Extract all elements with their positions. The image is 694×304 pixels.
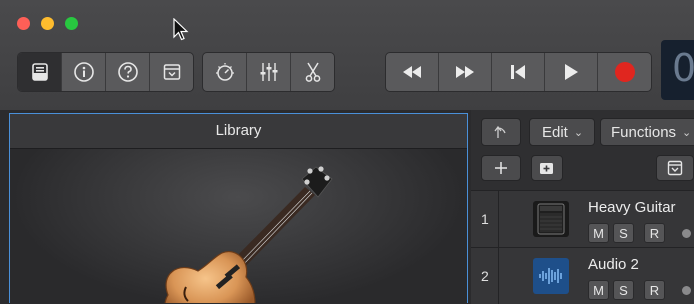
input-monitor-dot[interactable]	[682, 229, 691, 238]
fast-forward-button[interactable]	[439, 53, 492, 91]
quick-help-button[interactable]	[106, 53, 150, 91]
play-icon	[565, 64, 578, 80]
rewind-icon	[403, 66, 421, 78]
transport-controls	[385, 52, 652, 92]
show-hide-button[interactable]	[656, 155, 694, 181]
chevron-down-icon: ⌄	[573, 126, 584, 139]
back-arrow-icon	[494, 125, 506, 138]
waveform-icon	[533, 258, 569, 294]
edit-menu[interactable]: Edit ⌄	[529, 118, 595, 146]
toolbar-toggle-button[interactable]	[150, 53, 193, 91]
lcd-readout: 00	[672, 46, 694, 90]
mixer-button[interactable]	[247, 53, 291, 91]
plus-icon	[495, 162, 507, 174]
library-preview	[10, 149, 467, 303]
go-to-beginning-icon	[511, 65, 525, 79]
duplicate-track-button[interactable]	[531, 155, 563, 181]
track-name: Audio 2	[588, 256, 639, 273]
fast-forward-icon	[456, 66, 474, 78]
add-track-button[interactable]	[481, 155, 521, 181]
track-divider	[498, 248, 499, 304]
toolbar-toggle-icon	[667, 160, 683, 176]
library-icon	[31, 63, 48, 81]
inspector-button[interactable]	[62, 53, 106, 91]
track-divider	[498, 191, 499, 247]
guitar-icon	[164, 166, 333, 303]
functions-menu-label: Functions	[611, 123, 677, 141]
toolbar-toggle-icon	[163, 64, 180, 80]
info-icon	[73, 62, 94, 82]
mouse-pointer-icon	[173, 18, 189, 41]
zoom-window-button[interactable]	[65, 17, 78, 30]
duplicate-track-icon	[540, 163, 553, 174]
input-monitor-dot[interactable]	[682, 286, 691, 295]
rewind-button[interactable]	[386, 53, 439, 91]
edit-menu-label: Edit	[542, 123, 568, 141]
mute-button[interactable]: M	[588, 280, 609, 300]
record-button[interactable]	[598, 53, 651, 91]
track-number: 2	[481, 268, 489, 284]
help-icon	[117, 62, 138, 82]
record-enable-button[interactable]: R	[644, 280, 665, 300]
smart-controls-icon	[215, 63, 234, 81]
solo-button[interactable]: S	[613, 280, 634, 300]
tracks-area: Edit ⌄ Functions ⌄ 1 Heavy Guitar M S R …	[471, 110, 694, 304]
library-panel: Library	[9, 113, 468, 303]
library-button[interactable]	[18, 53, 62, 91]
back-button[interactable]	[481, 118, 521, 146]
functions-menu[interactable]: Functions ⌄	[600, 118, 694, 146]
tool-button-group	[202, 52, 335, 92]
track-row[interactable]: 1 Heavy Guitar M S R	[471, 190, 694, 247]
solo-button[interactable]: S	[613, 223, 634, 243]
track-row[interactable]: 2 Audio 2 M S R	[471, 247, 694, 304]
editors-button[interactable]	[291, 53, 334, 91]
scissors-icon	[305, 62, 320, 82]
go-to-beginning-button[interactable]	[492, 53, 545, 91]
minimize-window-button[interactable]	[41, 17, 54, 30]
mixer-icon	[260, 63, 277, 81]
amp-icon	[533, 201, 569, 237]
mute-button[interactable]: M	[588, 223, 609, 243]
track-name: Heavy Guitar	[588, 199, 676, 216]
close-window-button[interactable]	[17, 17, 30, 30]
view-button-group	[17, 52, 194, 92]
library-title: Library	[10, 114, 467, 149]
record-icon	[614, 62, 635, 82]
track-number: 1	[481, 211, 489, 227]
smart-controls-button[interactable]	[203, 53, 247, 91]
chevron-down-icon: ⌄	[682, 126, 692, 139]
play-button[interactable]	[545, 53, 598, 91]
lcd-display[interactable]: 00	[661, 40, 694, 100]
title-bar: 00	[0, 0, 694, 110]
record-enable-button[interactable]: R	[644, 223, 665, 243]
